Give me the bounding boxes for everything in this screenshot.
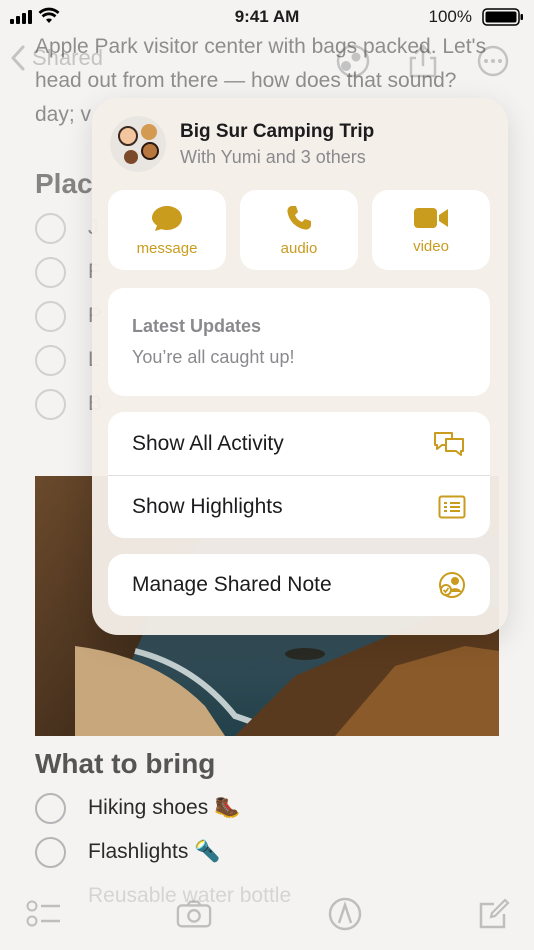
- show-all-activity-label: Show All Activity: [132, 431, 284, 455]
- phone-icon: [287, 205, 311, 230]
- latest-updates-text: You’re all caught up!: [132, 347, 295, 367]
- checkbox[interactable]: [35, 792, 66, 824]
- status-bar: 9:41 AM 100%: [0, 0, 534, 34]
- highlights-list-icon: [438, 495, 466, 519]
- manage-shared-note-label: Manage Shared Note: [132, 573, 332, 596]
- manage-shared-icon: [439, 572, 465, 598]
- checklist-item[interactable]: Hiking shoes 🥾: [35, 786, 505, 830]
- compose-button[interactable]: [476, 896, 512, 932]
- message-bubble-icon: [152, 205, 182, 231]
- video-camera-icon: [414, 207, 448, 228]
- activity-menu: Show All Activity Show Highlights: [108, 412, 490, 538]
- group-subtitle: With Yumi and 3 others: [180, 146, 366, 167]
- show-highlights-label: Show Highlights: [132, 495, 283, 518]
- collaboration-popover: Big Sur Camping Trip With Yumi and 3 oth…: [92, 98, 508, 635]
- activity-bubbles-icon: [434, 431, 464, 456]
- popover-arrow: [337, 98, 371, 117]
- latest-updates-card: Latest Updates You’re all caught up!: [108, 288, 490, 396]
- checkbox[interactable]: [35, 344, 66, 376]
- checklist-item[interactable]: Flashlights 🔦: [35, 830, 505, 874]
- bottom-toolbar: [0, 880, 534, 950]
- checklist-icon: [26, 900, 60, 927]
- group-header: Big Sur Camping Trip With Yumi and 3 oth…: [110, 116, 374, 172]
- camera-button[interactable]: [176, 896, 212, 932]
- checkbox[interactable]: [35, 388, 66, 420]
- show-highlights-item[interactable]: Show Highlights: [108, 475, 490, 538]
- manage-shared-note-item[interactable]: Manage Shared Note: [108, 554, 490, 616]
- compose-icon: [479, 898, 510, 929]
- battery-icon: [482, 8, 523, 26]
- markup-button[interactable]: [327, 896, 363, 932]
- bring-heading: What to bring: [35, 748, 216, 779]
- contact-actions: message audio video: [108, 190, 490, 270]
- video-button[interactable]: video: [372, 190, 490, 270]
- pen-tip-icon: [328, 897, 362, 931]
- show-all-activity-item[interactable]: Show All Activity: [108, 412, 490, 475]
- video-label: video: [413, 237, 449, 255]
- message-label: message: [136, 239, 198, 257]
- checkbox[interactable]: [35, 256, 66, 288]
- group-avatar: [110, 116, 166, 172]
- checkbox[interactable]: [35, 300, 66, 332]
- checkbox[interactable]: [35, 836, 66, 868]
- battery-percentage: 100%: [428, 7, 472, 26]
- message-button[interactable]: message: [108, 190, 226, 270]
- latest-updates-title: Latest Updates: [132, 316, 262, 336]
- camera-icon: [176, 900, 212, 928]
- checklist-button[interactable]: [26, 896, 62, 932]
- audio-button[interactable]: audio: [240, 190, 358, 270]
- chevron-left-icon: [11, 45, 25, 71]
- checkbox[interactable]: [35, 212, 66, 244]
- audio-label: audio: [280, 239, 318, 257]
- group-title: Big Sur Camping Trip: [180, 120, 375, 142]
